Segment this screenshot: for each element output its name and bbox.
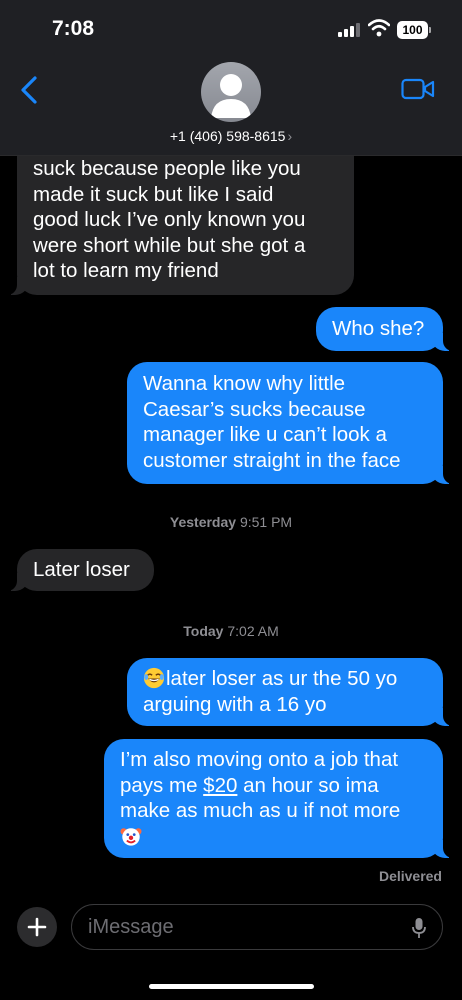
clown-emoji-icon <box>120 827 142 846</box>
message-bubble-outgoing[interactable]: Wanna know why little Caesar’s sucks bec… <box>127 362 455 484</box>
timestamp-time: 7:02 AM <box>227 623 279 639</box>
status-time: 7:08 <box>52 17 95 40</box>
input-placeholder: iMessage <box>88 916 174 938</box>
back-chevron-icon[interactable] <box>16 74 42 106</box>
message-line: were short while but she got a <box>33 233 306 257</box>
message-line: arguing with a 16 yo <box>143 692 327 716</box>
message-text: Wanna know why little Caesar’s sucks bec… <box>143 362 427 473</box>
contact-name[interactable]: +1 (406) 598-8615 › <box>0 128 462 144</box>
chevron-right-icon: › <box>287 128 293 144</box>
message-line-text: later loser as ur the 50 yo <box>166 667 398 690</box>
timestamp-time: 9:51 PM <box>239 514 293 530</box>
battery-icon: 100 <box>397 21 431 39</box>
money-link[interactable]: $20 <box>203 774 237 797</box>
message-line: lot to learn my friend <box>33 259 219 282</box>
timestamp: Yesterday 9:51 PM <box>0 514 462 530</box>
message-text: Later loser <box>33 558 130 581</box>
person-silhouette-icon <box>211 74 251 118</box>
home-indicator[interactable] <box>149 984 314 989</box>
avatar[interactable] <box>201 62 261 122</box>
message-line-text: pays me <box>120 773 204 797</box>
apps-plus-button[interactable] <box>17 907 57 947</box>
timestamp-day: Today <box>183 623 224 639</box>
message-line: suck because people like you <box>33 157 301 180</box>
message-text: I’m also moving onto a job that pays me … <box>120 739 427 849</box>
battery-level: 100 <box>397 21 428 39</box>
message-line: Caesar’s sucks because <box>143 397 366 421</box>
timestamp: Today 7:02 AM <box>0 623 462 639</box>
message-bubble-outgoing[interactable]: later loser as ur the 50 yo arguing with… <box>127 658 455 726</box>
timestamp-day: Yesterday <box>169 514 237 530</box>
message-line: I’m also moving onto a job that <box>120 748 399 771</box>
contact-number: +1 (406) 598-8615 <box>169 128 286 144</box>
video-call-icon[interactable] <box>401 78 435 100</box>
cellular-signal-icon <box>338 23 362 37</box>
laughing-crying-emoji-icon <box>143 667 165 689</box>
message-line <box>120 824 427 850</box>
plus-icon <box>27 917 47 937</box>
message-line: good luck I’ve only known you <box>33 208 306 231</box>
delivered-status: Delivered <box>378 868 442 884</box>
message-text: Who she? <box>332 317 425 340</box>
message-line-text: an hour so ima <box>237 773 379 797</box>
message-text: later loser as ur the 50 yo arguing with… <box>143 658 427 717</box>
status-bar: 7:08 100 <box>0 0 462 58</box>
microphone-icon[interactable] <box>412 917 426 939</box>
message-line: customer straight in the face <box>143 448 401 472</box>
message-bubble-outgoing[interactable]: Who she? <box>316 307 455 351</box>
wifi-icon <box>368 19 390 37</box>
message-line: manager like u can’t look a <box>143 423 387 446</box>
message-bubble-outgoing[interactable]: I’m also moving onto a job that pays me … <box>104 739 455 858</box>
message-line: made it suck but like I said <box>33 182 274 206</box>
message-line: pays me $20 an hour so ima <box>120 773 427 799</box>
message-bubble-incoming[interactable]: Later loser <box>5 549 154 591</box>
imessage-input[interactable]: iMessage <box>71 904 443 950</box>
message-line: later loser as ur the 50 yo <box>143 666 427 692</box>
message-line: make as much as u if not more <box>120 799 401 822</box>
message-line: Wanna know why little <box>143 372 346 395</box>
